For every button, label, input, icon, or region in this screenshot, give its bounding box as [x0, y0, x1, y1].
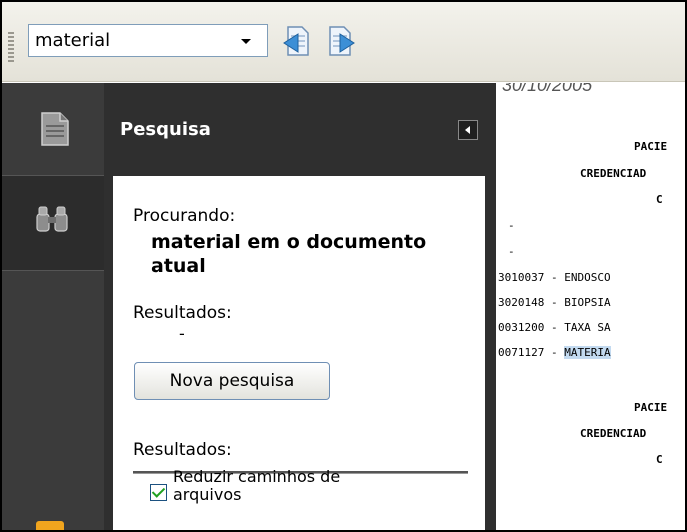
document-view[interactable]: 30/10/2005 PACIE CREDENCIAD C - - 301003… [496, 83, 685, 530]
results-list-label: Resultados: [133, 440, 232, 460]
collapse-panel-button[interactable] [458, 120, 478, 140]
results-placeholder: - [179, 324, 185, 343]
panel-header: Pesquisa [104, 83, 496, 175]
binoculars-icon [36, 206, 68, 232]
doc-line: PACIE [634, 401, 668, 414]
search-hit-highlight: MATERIA [564, 346, 611, 359]
doc-line: 3020148 - BIOPSIA [498, 296, 611, 309]
results-label: Resultados: [133, 303, 232, 323]
prev-result-icon[interactable] [280, 24, 314, 58]
search-panel: Pesquisa Procurando: material em o docum… [104, 83, 496, 530]
search-combobox[interactable] [28, 24, 268, 57]
chevron-down-icon[interactable] [229, 25, 267, 56]
app-window: Pesquisa Procurando: material em o docum… [0, 0, 687, 532]
doc-line: C [656, 193, 663, 206]
panel-title: Pesquisa [120, 119, 211, 140]
searching-label: Procurando: [133, 206, 236, 226]
doc-line: PACIE [634, 140, 668, 153]
find-toolbar [2, 2, 685, 82]
doc-line: 0031200 - TAXA SA [498, 321, 611, 334]
pages-icon [41, 112, 69, 146]
doc-date-partial: 30/10/2005 [502, 83, 593, 95]
doc-line-highlighted: 0071127 - MATERIA [498, 346, 611, 359]
reduce-paths-checkbox[interactable] [150, 484, 167, 501]
doc-line: CREDENCIAD [580, 167, 647, 180]
doc-line: CREDENCIAD [580, 427, 647, 440]
nav-attachments-icon[interactable] [36, 521, 64, 530]
navigation-pane [2, 83, 104, 530]
next-result-icon[interactable] [324, 24, 358, 58]
search-query-text: material em o documento atual [151, 231, 427, 277]
search-input[interactable] [29, 25, 219, 56]
new-search-button[interactable]: Nova pesquisa [134, 362, 330, 400]
toolbar-grip[interactable] [8, 32, 14, 62]
panel-scrollbar[interactable] [485, 176, 496, 530]
doc-line: - [508, 219, 515, 232]
search-results-body: Procurando: material em o documento atua… [113, 176, 485, 530]
doc-line: - [508, 245, 515, 258]
nav-pages-button[interactable] [2, 83, 104, 175]
doc-line: C [656, 453, 663, 466]
doc-line: 3010037 - ENDOSCO [498, 271, 611, 284]
nav-search-button[interactable] [2, 175, 104, 271]
reduce-paths-label: Reduzir caminhos de arquivos [173, 467, 341, 504]
